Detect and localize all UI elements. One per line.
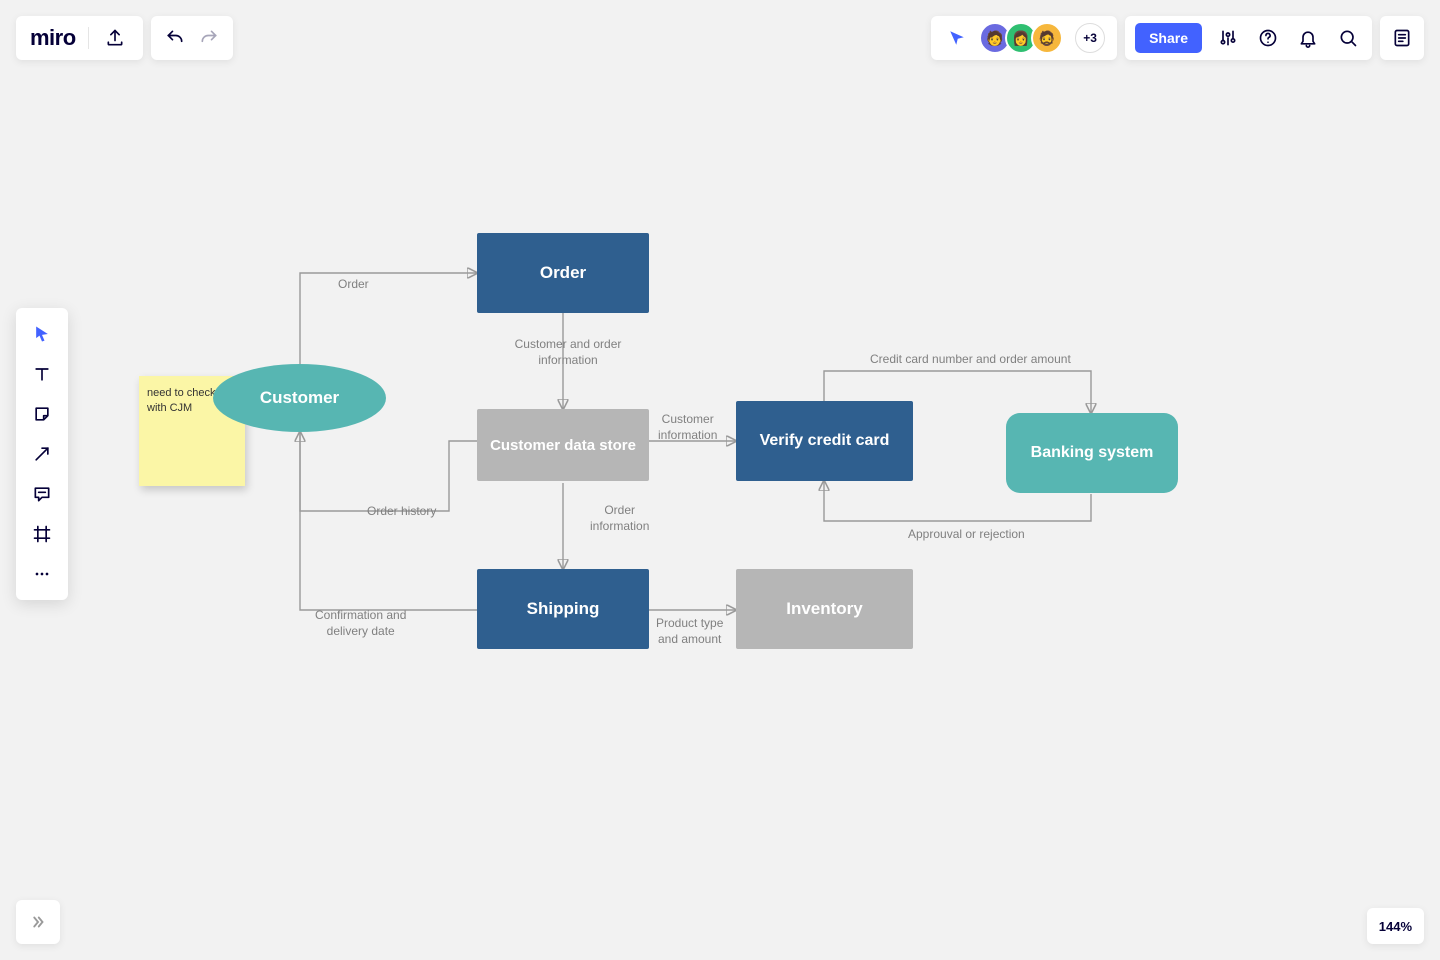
node-banking-system[interactable]: Banking system [1006,413,1178,493]
node-label: Shipping [527,599,600,619]
undo-icon[interactable] [161,24,189,52]
sticky-text: need to check with CJM [147,387,216,414]
node-label: Customer data store [490,437,636,454]
notes-panel-button[interactable] [1380,16,1424,60]
edge-label-cust-order-info: Customer and order information [515,337,622,368]
app-logo[interactable]: miro [30,25,76,51]
logo-panel: miro [16,16,143,60]
node-shipping[interactable]: Shipping [477,569,649,649]
arrow-tool-icon[interactable] [24,436,60,472]
edge-label-cust-info: Customer information [658,412,717,443]
sticky-tool-icon[interactable] [24,396,60,432]
edge-label-cc-amount: Credit card number and order amount [870,352,1071,368]
settings-sliders-icon[interactable] [1214,24,1242,52]
node-customer-data-store[interactable]: Customer data store [477,409,649,481]
text-tool-icon[interactable] [24,356,60,392]
export-icon[interactable] [101,24,129,52]
edge-label-order: Order [338,277,369,293]
help-icon[interactable] [1254,24,1282,52]
node-verify-credit-card[interactable]: Verify credit card [736,401,913,481]
node-label: Verify credit card [760,432,890,450]
avatar-stack[interactable]: 🧑 👩 🧔 [979,22,1063,54]
edge-label-product: Product type and amount [656,616,723,647]
cursor-presence-icon[interactable] [943,24,971,52]
history-panel [151,16,233,60]
more-tools-icon[interactable] [24,556,60,592]
node-label: Banking system [1031,444,1154,462]
zoom-value: 144% [1379,919,1412,934]
node-label: Order [540,263,586,283]
node-customer[interactable]: Customer [213,364,386,432]
bell-icon[interactable] [1294,24,1322,52]
node-label: Customer [260,388,339,408]
zoom-indicator[interactable]: 144% [1367,908,1424,944]
edge-label-confirmation: Confirmation and delivery date [315,608,406,639]
edge-label-order-info: Order information [590,503,649,534]
node-label: Inventory [786,599,863,619]
edge-label-approval: Approuval or rejection [908,527,1025,543]
redo-icon[interactable] [195,24,223,52]
left-toolbar [16,308,68,600]
avatar[interactable]: 🧔 [1031,22,1063,54]
node-order[interactable]: Order [477,233,649,313]
avatar-overflow[interactable]: +3 [1075,23,1105,53]
node-inventory[interactable]: Inventory [736,569,913,649]
frame-tool-icon[interactable] [24,516,60,552]
share-button[interactable]: Share [1135,23,1202,53]
separator [88,27,89,49]
presence-panel: 🧑 👩 🧔 +3 [931,16,1117,60]
canvas[interactable]: need to check with CJM Customer Order Cu… [0,0,1440,960]
comment-tool-icon[interactable] [24,476,60,512]
select-tool-icon[interactable] [24,316,60,352]
edge-label-order-history: Order history [367,504,436,520]
actions-panel: Share [1125,16,1372,60]
expand-panel-button[interactable] [16,900,60,944]
search-icon[interactable] [1334,24,1362,52]
